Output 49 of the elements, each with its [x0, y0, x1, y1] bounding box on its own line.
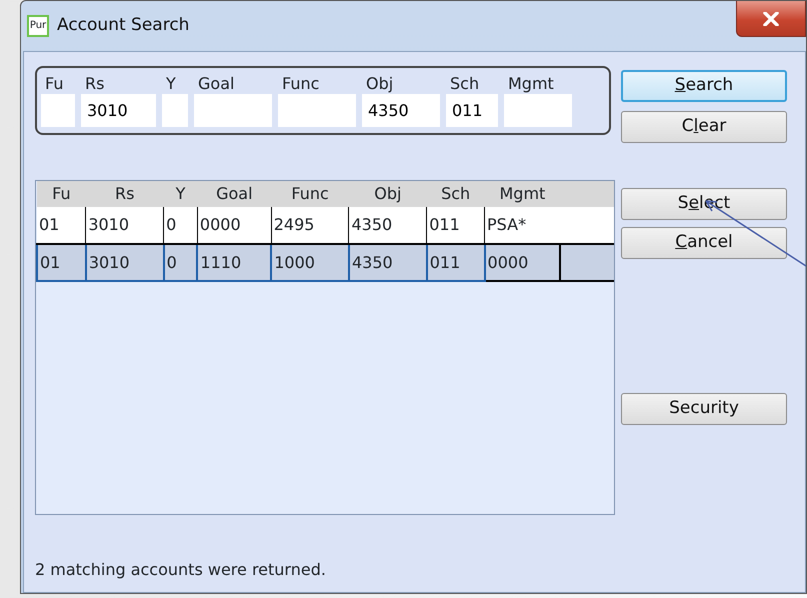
field-label: Func	[281, 74, 320, 94]
field-label: Y	[165, 74, 177, 94]
column-header[interactable]: Rs	[86, 181, 164, 207]
status-text: 2 matching accounts were returned.	[35, 559, 327, 581]
field-label: Rs	[84, 74, 106, 94]
search-field[interactable]	[278, 94, 356, 127]
search-field[interactable]	[162, 94, 188, 127]
security-button[interactable]: Security	[621, 393, 787, 425]
table-cell[interactable]: 3010	[86, 207, 164, 244]
search-field[interactable]: 011	[446, 94, 498, 127]
table-cell[interactable]: 1110	[197, 244, 272, 281]
table-cell[interactable]: 3010	[86, 244, 164, 281]
close-button[interactable]	[736, 1, 806, 37]
table-cell[interactable]: 01	[37, 207, 86, 244]
search-field[interactable]: 4350	[362, 94, 440, 127]
window-title: Account Search	[57, 14, 190, 38]
table-cell[interactable]: 01	[37, 244, 86, 281]
column-header[interactable]: Sch	[426, 181, 485, 207]
table-cell[interactable]: 4350	[348, 244, 427, 281]
table-cell[interactable]: PSA*	[484, 207, 560, 244]
search-field[interactable]	[194, 94, 272, 127]
search-field[interactable]	[504, 94, 572, 127]
search-field[interactable]: 3010	[81, 94, 156, 127]
field-label: Goal	[197, 74, 236, 94]
column-header[interactable]: Obj	[348, 181, 427, 207]
close-icon	[763, 12, 779, 26]
field-label: Sch	[449, 74, 480, 94]
field-label: Mgmt	[507, 74, 555, 94]
search-field[interactable]	[41, 94, 75, 127]
app-icon: Pur	[27, 15, 49, 37]
table-cell[interactable]: 2495	[271, 207, 349, 244]
field-label: Obj	[365, 74, 394, 94]
column-header[interactable]: Fu	[37, 181, 86, 207]
clear-button[interactable]: Clear	[621, 111, 787, 143]
table-cell[interactable]: 0	[164, 207, 198, 244]
column-header[interactable]: Func	[271, 181, 349, 207]
cancel-button[interactable]: Cancel	[621, 227, 787, 259]
column-header[interactable]: Mgmt	[484, 181, 560, 207]
column-header[interactable]: Y	[164, 181, 198, 207]
column-header[interactable]: Goal	[197, 181, 272, 207]
field-label: Fu	[44, 74, 64, 94]
table-cell[interactable]: 1000	[271, 244, 349, 281]
table-cell[interactable]: 0000	[197, 207, 272, 244]
search-button[interactable]: Search	[621, 70, 787, 102]
table-cell[interactable]: 011	[426, 244, 485, 281]
table-cell[interactable]: 0000	[484, 244, 560, 281]
table-cell[interactable]: 011	[426, 207, 485, 244]
table-cell[interactable]: 4350	[348, 207, 427, 244]
table-cell[interactable]: 0	[164, 244, 198, 281]
